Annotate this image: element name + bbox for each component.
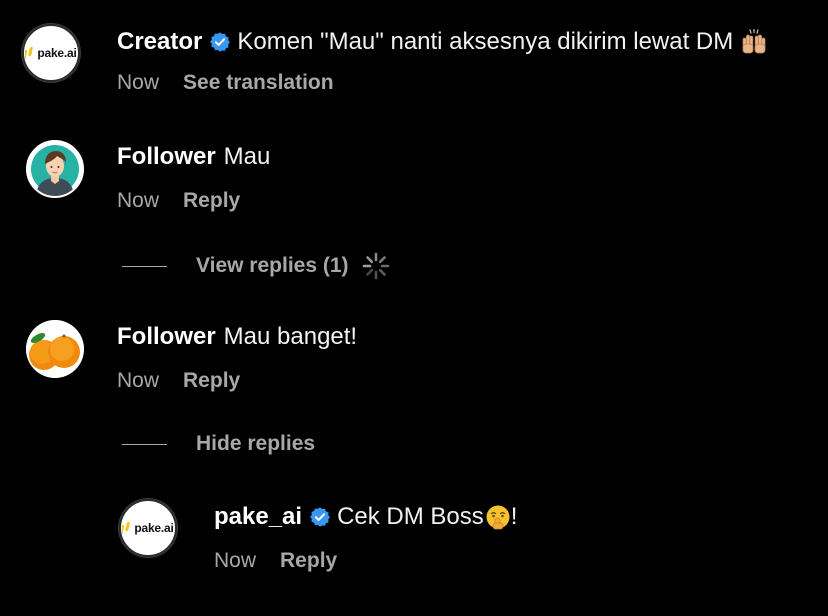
verified-badge-icon xyxy=(309,506,331,528)
comment-trailing-text: ! xyxy=(510,503,518,530)
avatar[interactable]: pake.ai xyxy=(119,499,177,557)
person-avatar-icon xyxy=(28,142,82,196)
comment-line: pake_ai Cek DM Boss ! xyxy=(214,502,517,532)
view-replies-button[interactable]: View replies (1) xyxy=(122,251,391,281)
orange-fruit-avatar-icon xyxy=(26,320,84,378)
hide-replies-label: Hide replies xyxy=(196,432,316,455)
avatar[interactable] xyxy=(26,320,84,378)
raising-hands-emoji-icon xyxy=(741,29,767,55)
divider xyxy=(122,443,167,445)
avatar[interactable]: pake.ai xyxy=(22,24,80,82)
reply-button[interactable]: Reply xyxy=(280,548,337,574)
pake-ai-logo-icon: pake.ai xyxy=(25,46,77,60)
timestamp: Now xyxy=(117,369,160,392)
timestamp: Now xyxy=(117,71,160,94)
hide-replies-button[interactable]: Hide replies xyxy=(122,431,315,457)
comment-line: Creator Komen "Mau" nanti aksesnya dikir… xyxy=(117,27,767,57)
loading-spinner-icon xyxy=(361,251,391,281)
comment-text: Komen "Mau" nanti aksesnya dikirim lewat… xyxy=(237,28,734,55)
username[interactable]: pake_ai xyxy=(214,502,302,532)
comment-line: Follower Mau banget! xyxy=(117,322,357,352)
username[interactable]: Follower xyxy=(117,142,216,172)
comment-text: Cek DM Boss xyxy=(337,503,484,530)
username[interactable]: Follower xyxy=(117,322,216,352)
verified-badge-icon xyxy=(209,31,231,53)
view-replies-label: View replies (1) xyxy=(196,254,349,277)
avatar[interactable] xyxy=(26,140,84,198)
divider xyxy=(122,265,167,267)
username[interactable]: Creator xyxy=(117,27,202,57)
reply-button[interactable]: Reply xyxy=(183,368,240,394)
comment-text: Mau xyxy=(223,143,271,170)
timestamp: Now xyxy=(214,549,257,572)
comment-meta: Now Reply xyxy=(117,368,240,394)
reply-button[interactable]: Reply xyxy=(183,188,240,214)
comment-meta: Now Reply xyxy=(117,188,240,214)
comment-meta: Now See translation xyxy=(117,70,334,96)
see-translation-button[interactable]: See translation xyxy=(183,70,334,96)
timestamp: Now xyxy=(117,189,160,212)
comment-text: Mau banget! xyxy=(223,323,358,350)
shushing-face-emoji-icon xyxy=(485,504,511,530)
comment-line: Follower Mau xyxy=(117,142,270,172)
pake-ai-logo-icon: pake.ai xyxy=(122,521,174,535)
comment-meta: Now Reply xyxy=(214,548,337,574)
